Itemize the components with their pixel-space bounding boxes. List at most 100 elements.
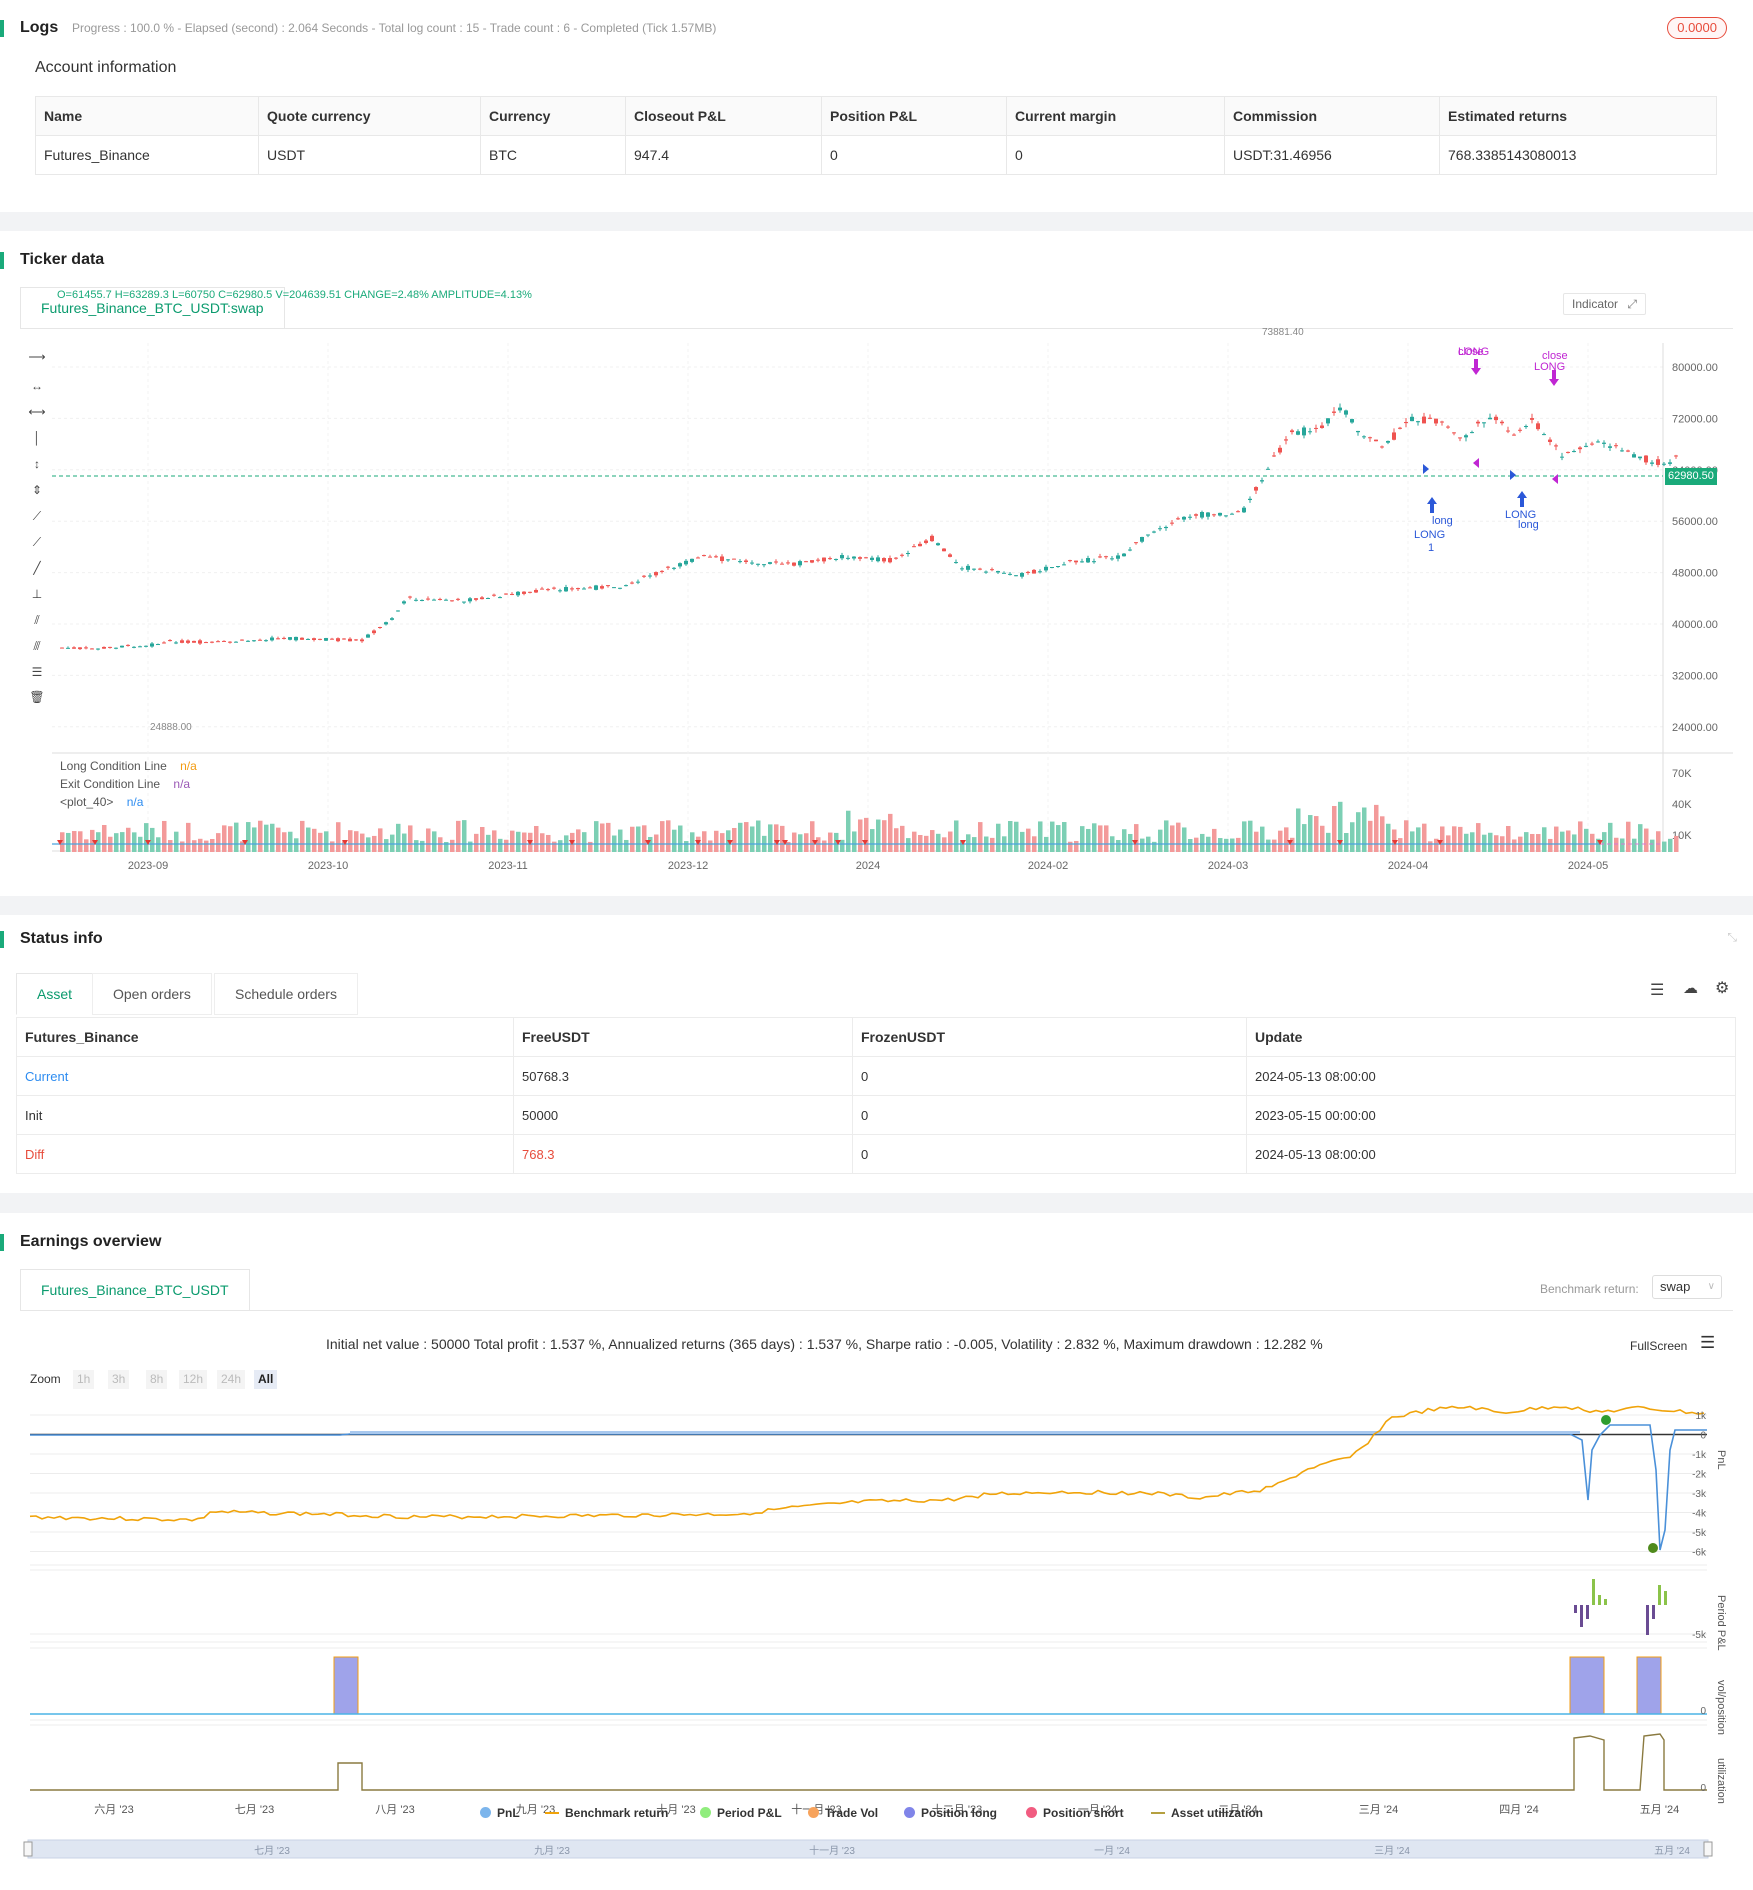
zoom-24h-button[interactable]: 24h — [217, 1370, 246, 1389]
x-tick-label: 2024-04 — [1388, 860, 1428, 872]
zoom-1h-button[interactable]: 1h — [73, 1370, 95, 1389]
candle-body — [252, 640, 256, 642]
candle-body — [1668, 462, 1672, 464]
candle-body — [360, 639, 364, 642]
volume-bar — [1644, 828, 1649, 852]
y-tick-label: 80000.00 — [1672, 362, 1718, 374]
earnings-title: Earnings overview — [0, 1233, 162, 1251]
period-pnl-bar — [1652, 1605, 1655, 1619]
list-icon[interactable]: ☰ — [1650, 980, 1664, 1000]
candlestick-chart[interactable]: 80000.0072000.0064000.0056000.0048000.00… — [0, 231, 1753, 896]
volume-bar — [996, 823, 1001, 852]
candle-body — [720, 556, 724, 562]
status-title: Status info — [0, 930, 103, 948]
x-tick-label: 七月 '23 — [235, 1803, 274, 1816]
candle-body — [804, 561, 808, 563]
legend-item[interactable]: Position short — [1026, 1806, 1124, 1820]
volume-bar — [822, 840, 827, 852]
candle-body — [594, 585, 598, 590]
candle-body — [1458, 437, 1462, 439]
volume-bar — [642, 825, 647, 852]
volume-bar — [1548, 838, 1553, 852]
candle-body — [336, 638, 340, 642]
candle-body — [1236, 511, 1240, 513]
volume-bar — [1332, 805, 1337, 852]
legend-item[interactable]: Position long — [904, 1806, 997, 1820]
volume-bar — [1212, 828, 1217, 852]
candle-body — [696, 557, 700, 559]
tab-schedule-orders[interactable]: Schedule orders — [214, 973, 358, 1015]
candle-body — [1650, 462, 1654, 464]
legend-swatch-icon — [808, 1807, 819, 1818]
volume-bar — [678, 825, 683, 852]
candle-body — [1014, 575, 1018, 577]
fullscreen-button[interactable]: FullScreen — [1630, 1339, 1687, 1353]
candle-body — [930, 535, 934, 542]
volume-bar — [864, 817, 869, 852]
legend-swatch-icon — [1151, 1812, 1165, 1814]
candle-body — [372, 630, 376, 634]
candle-body — [606, 585, 610, 587]
indicator-value: n/a — [180, 759, 197, 773]
status-col: Futures_Binance — [16, 1017, 514, 1057]
tab-divider — [20, 1310, 1733, 1311]
tab-open-orders[interactable]: Open orders — [92, 973, 212, 1015]
candle-body — [642, 575, 646, 577]
candle-body — [528, 591, 532, 593]
legend-item[interactable]: PnL — [480, 1806, 520, 1820]
gear-icon[interactable]: ⚙ — [1715, 978, 1729, 998]
candle-body — [432, 599, 436, 601]
legend-item[interactable]: Benchmark return — [545, 1806, 668, 1820]
candle-body — [1098, 556, 1102, 558]
cloud-download-icon[interactable]: ☁ — [1683, 979, 1698, 997]
candle-body — [858, 557, 862, 559]
candle-body — [768, 562, 772, 564]
candle-body — [90, 648, 94, 650]
zoom-all-button[interactable]: All — [254, 1370, 278, 1389]
collapse-icon[interactable]: ⤡ — [1727, 930, 1737, 945]
candle-body — [468, 598, 472, 602]
legend-label: Position long — [921, 1806, 997, 1820]
volume-bar — [1590, 833, 1595, 852]
volume-bar — [1440, 826, 1445, 852]
volume-bar — [228, 826, 233, 852]
candle-body — [1416, 421, 1420, 423]
volume-bar — [1638, 824, 1643, 852]
x-tick-label: 2023-09 — [128, 860, 168, 872]
account-col: Position P&L — [821, 96, 1007, 136]
position-long-bar — [333, 1656, 359, 1715]
zoom-12h-button[interactable]: 12h — [179, 1370, 208, 1389]
volume-bar — [1062, 822, 1067, 852]
volume-bar — [1218, 838, 1223, 852]
candle-body — [900, 554, 904, 556]
legend-label: Benchmark return — [565, 1806, 669, 1820]
volume-bar — [846, 810, 851, 852]
menu-icon[interactable]: ☰ — [1700, 1333, 1715, 1353]
tab-earnings-symbol[interactable]: Futures_Binance_BTC_USDT — [20, 1269, 250, 1311]
zoom-3h-button[interactable]: 3h — [108, 1370, 130, 1389]
candle-body — [1410, 416, 1414, 422]
candle-body — [1182, 516, 1186, 520]
volume-bar — [888, 813, 893, 852]
candle-body — [366, 634, 370, 638]
benchmark-select[interactable]: swap ∨ — [1652, 1275, 1722, 1299]
candle-body — [180, 640, 184, 643]
candle-body — [798, 561, 802, 566]
candle-body — [156, 644, 160, 646]
volume-bar — [1296, 808, 1301, 852]
indicator-name: Long Condition Line — [60, 759, 167, 773]
status-row-label[interactable]: Current — [16, 1056, 514, 1096]
candle-body — [1308, 431, 1312, 433]
legend-item[interactable]: Asset utilization — [1151, 1806, 1263, 1820]
tab-asset[interactable]: Asset — [16, 973, 94, 1015]
candle-body — [438, 598, 442, 600]
volume-bar — [792, 832, 797, 852]
indicator-button[interactable]: Indicator ⤢ — [1563, 293, 1646, 315]
zoom-8h-button[interactable]: 8h — [146, 1370, 168, 1389]
candle-body — [132, 646, 136, 648]
candle-body — [636, 581, 640, 583]
table-row: Diff 768.3 0 2024-05-13 08:00:00 — [16, 1134, 1736, 1174]
volume-bar — [66, 832, 71, 852]
legend-item[interactable]: Trade Vol — [808, 1806, 878, 1820]
legend-item[interactable]: Period P&L — [700, 1806, 782, 1820]
